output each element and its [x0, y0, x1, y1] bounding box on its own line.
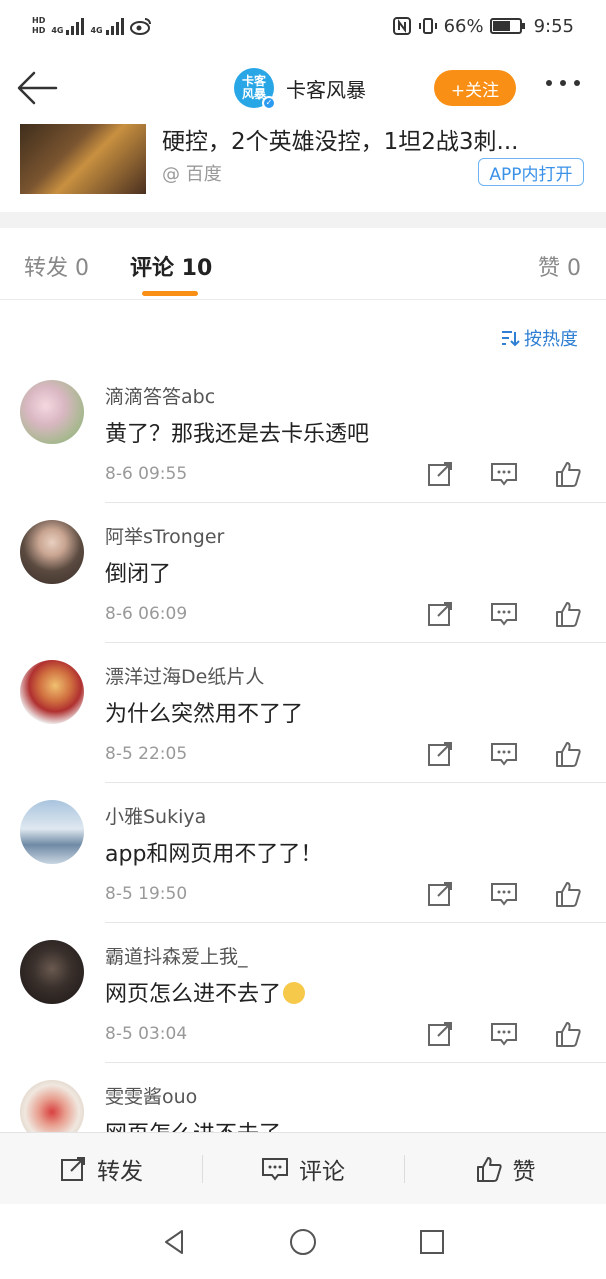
share-icon[interactable] [426, 460, 454, 488]
comment-author[interactable]: 滴滴答答abc [105, 382, 215, 409]
emoji-icon [283, 982, 306, 1004]
comment-author[interactable]: 雯雯酱ouo [105, 1082, 197, 1109]
signal-icon: 4G [90, 17, 124, 35]
shared-link-card[interactable]: 硬控，2个英雄没控，1坦2战3刺... @ 百度 APP内打开 [0, 124, 606, 212]
status-bar: HD HD 4G 4G 66% 9:55 [0, 0, 606, 52]
clock: 9:55 [533, 15, 574, 37]
divider [105, 1062, 606, 1063]
comment-button[interactable]: 评论 [202, 1133, 404, 1204]
tab-repost[interactable]: 转发 0 [24, 250, 89, 282]
hd-label: HD [32, 16, 46, 25]
comment-author[interactable]: 霸道抖森爱上我_ [105, 942, 248, 969]
avatar[interactable]: 卡客风暴 ✓ [234, 68, 276, 110]
like-label: 赞 [512, 1158, 536, 1185]
share-icon [61, 1156, 85, 1181]
nav-home-icon[interactable] [289, 1228, 317, 1256]
repost-button[interactable]: 转发 [0, 1133, 202, 1204]
avatar[interactable] [20, 520, 84, 584]
comment-time: 8-5 19:50 [105, 884, 188, 904]
comment-text-body: 网页怎么进不去了 [105, 982, 282, 1007]
like-icon[interactable] [554, 600, 582, 628]
hd-label: HD [32, 26, 46, 35]
card-source: @ 百度 [162, 164, 222, 185]
signal-icon: 4G [51, 17, 85, 35]
network-type: 4G [51, 26, 64, 35]
like-icon [476, 1156, 502, 1182]
sort-icon [502, 331, 520, 347]
divider [105, 502, 606, 503]
verified-icon: ✓ [262, 96, 276, 110]
top-nav: 卡客风暴 ✓ 卡客风暴 +关注 [0, 52, 606, 124]
tab-bar: 转发 0 评论 10 赞 0 [0, 228, 606, 300]
comment-text: app和网页用不了了！ [105, 842, 323, 867]
comment-icon[interactable] [490, 740, 518, 768]
comment-item: 阿举sTronger 倒闭了 8-6 06:09 [0, 520, 606, 660]
comment-label: 评论 [299, 1158, 345, 1185]
divider [105, 922, 606, 923]
comment-text: 倒闭了 [105, 562, 172, 587]
comment-time: 8-5 03:04 [105, 1024, 188, 1044]
comment-text: 网页怎么进不去了 [105, 976, 306, 1008]
like-icon[interactable] [554, 880, 582, 908]
back-button[interactable] [14, 68, 58, 108]
nfc-icon [392, 17, 411, 35]
tab-like[interactable]: 赞 0 [538, 250, 581, 282]
open-in-app-button[interactable]: APP内打开 [478, 158, 584, 186]
comment-text: 黄了？那我还是去卡乐透吧 [105, 422, 370, 447]
share-icon[interactable] [426, 1020, 454, 1048]
battery-percent: 66% [443, 15, 484, 37]
hd-indicator: HD HD [32, 16, 45, 36]
comment-author[interactable]: 漂洋过海De纸片人 [105, 662, 264, 689]
comment-text: 为什么突然用不了了 [105, 702, 304, 727]
comment-item: 滴滴答答abc 黄了？那我还是去卡乐透吧 8-6 09:55 [0, 380, 606, 520]
comment-item: 漂洋过海De纸片人 为什么突然用不了了 8-5 22:05 [0, 660, 606, 800]
comment-author[interactable]: 阿举sTronger [105, 522, 224, 549]
card-title: 硬控，2个英雄没控，1坦2战3刺... [162, 129, 519, 155]
comment-author[interactable]: 小雅Sukiya [105, 802, 206, 829]
more-icon[interactable] [546, 80, 580, 86]
comment-time: 8-5 22:05 [105, 744, 188, 764]
sort-by-hot-button[interactable]: 按热度 [500, 325, 578, 351]
tab-comment[interactable]: 评论 10 [130, 250, 212, 282]
network-type: 4G [90, 26, 103, 35]
comment-item: 小雅Sukiya app和网页用不了了！ 8-5 19:50 [0, 800, 606, 940]
avatar[interactable] [20, 660, 84, 724]
sort-label: 按热度 [524, 329, 578, 350]
comment-icon [262, 1157, 288, 1181]
share-icon[interactable] [426, 740, 454, 768]
divider [105, 782, 606, 783]
nav-back-icon[interactable] [160, 1228, 188, 1256]
section-divider [0, 212, 606, 228]
bottom-action-bar: 转发 评论 赞 [0, 1132, 606, 1204]
like-icon[interactable] [554, 1020, 582, 1048]
comment-icon[interactable] [490, 880, 518, 908]
share-icon[interactable] [426, 600, 454, 628]
card-thumbnail [20, 124, 146, 194]
avatar[interactable] [20, 800, 84, 864]
like-icon[interactable] [554, 740, 582, 768]
system-nav-bar [0, 1204, 606, 1279]
follow-button[interactable]: +关注 [434, 70, 516, 106]
comment-icon[interactable] [490, 600, 518, 628]
account-header[interactable]: 卡客风暴 ✓ 卡客风暴 [234, 68, 366, 110]
battery-icon [489, 18, 525, 34]
comment-item: 霸道抖森爱上我_ 网页怎么进不去了 8-5 03:04 [0, 940, 606, 1080]
avatar[interactable] [20, 380, 84, 444]
share-icon[interactable] [426, 880, 454, 908]
avatar[interactable] [20, 940, 84, 1004]
divider [105, 642, 606, 643]
vibrate-icon [418, 18, 437, 34]
like-icon[interactable] [554, 460, 582, 488]
comment-time: 8-6 06:09 [105, 604, 188, 624]
active-tab-indicator [142, 291, 198, 296]
arrow-left-icon [17, 71, 58, 105]
weibo-icon [129, 18, 151, 35]
repost-label: 转发 [97, 1158, 143, 1185]
nav-recents-icon[interactable] [418, 1228, 446, 1256]
like-button[interactable]: 赞 [404, 1133, 606, 1204]
comment-icon[interactable] [490, 460, 518, 488]
account-name[interactable]: 卡客风暴 [286, 74, 366, 103]
comment-time: 8-6 09:55 [105, 464, 188, 484]
comment-icon[interactable] [490, 1020, 518, 1048]
